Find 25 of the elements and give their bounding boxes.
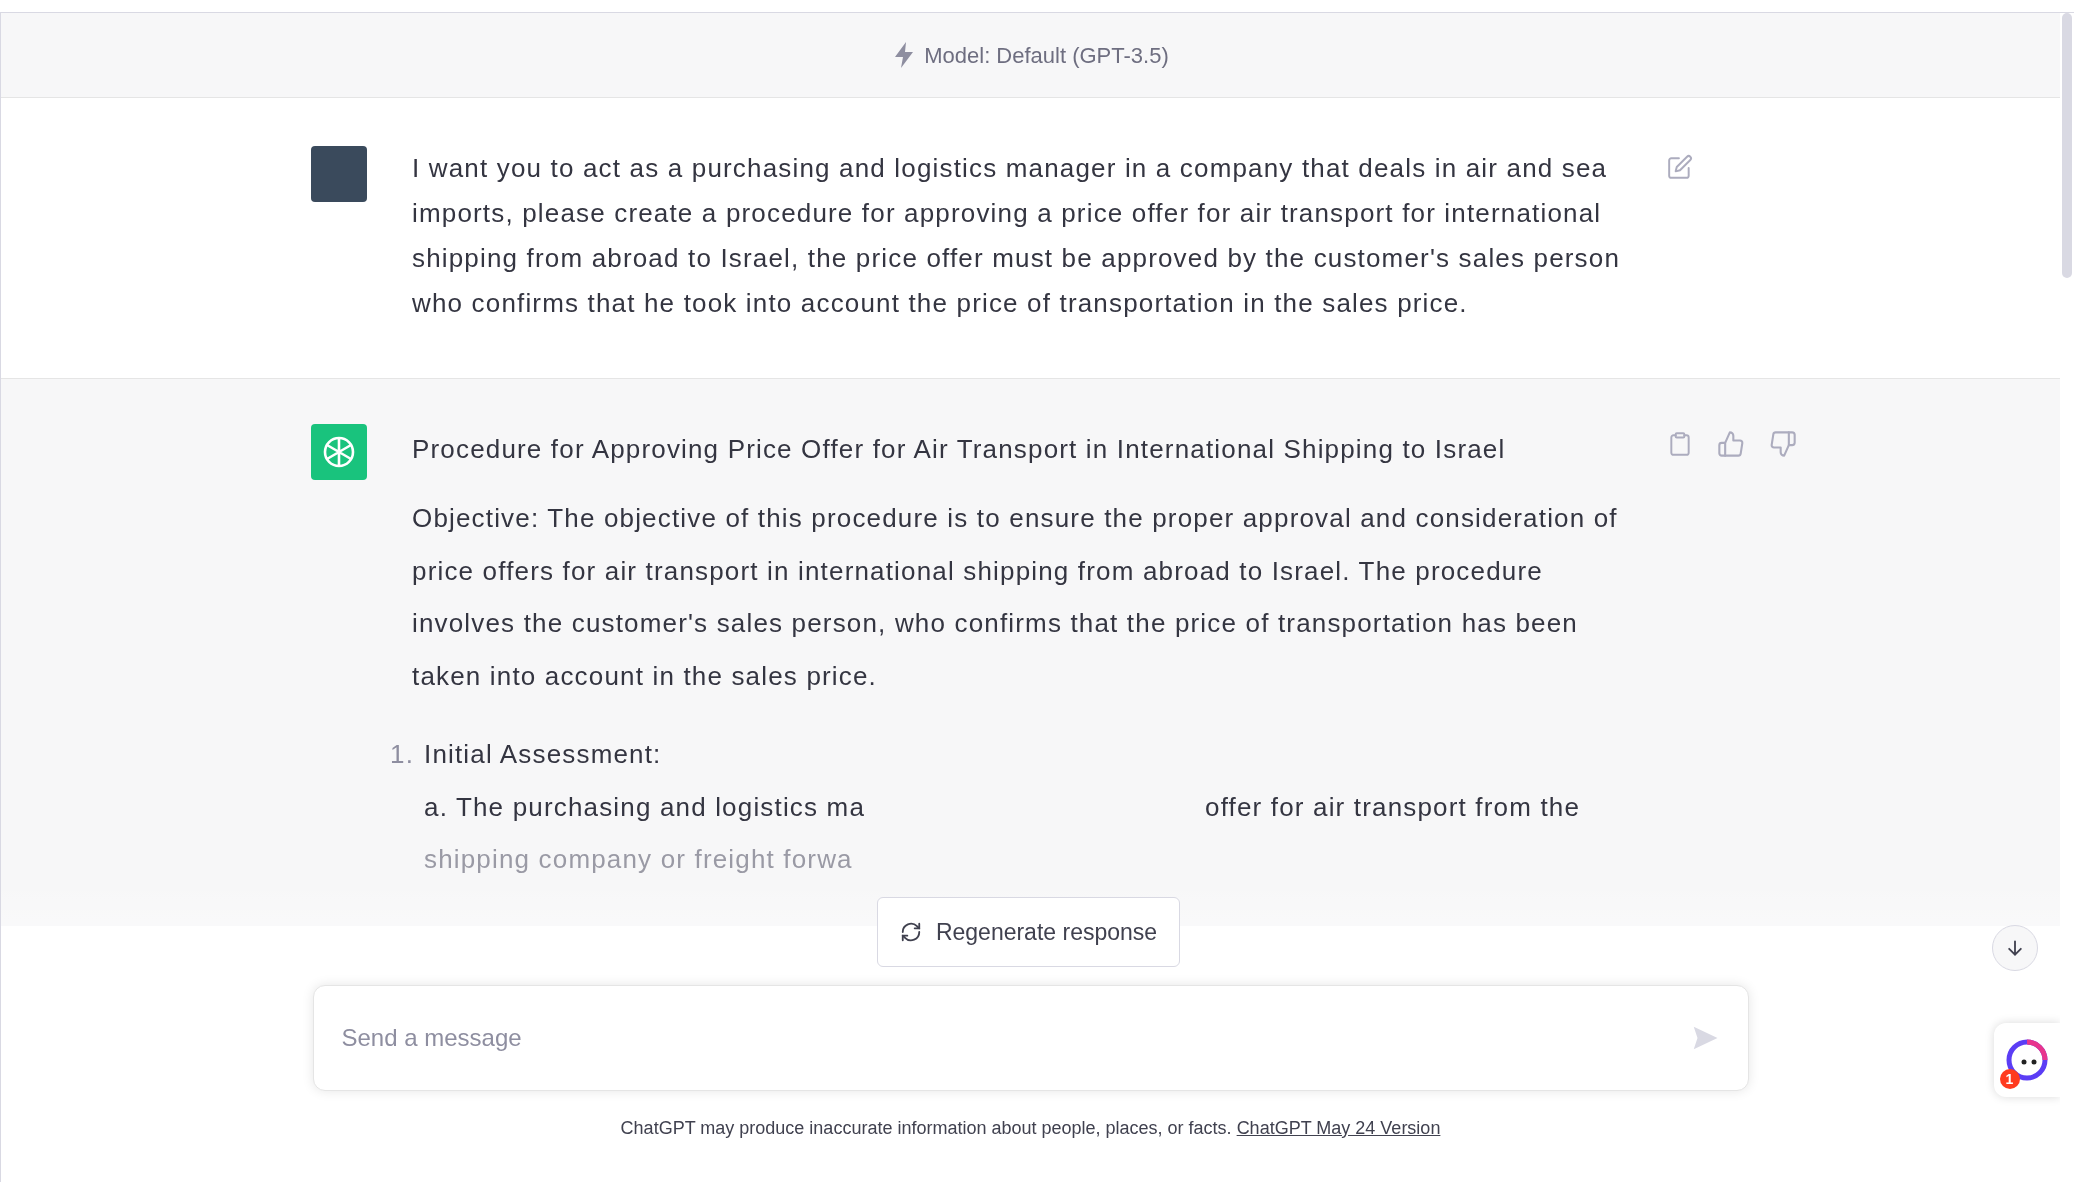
response-paragraph: Objective: The objective of this procedure is to ensure the proper approval and consideration of price offers for air transport in international shipping from abroad to Israel. The procedure involves the customer's sales person, who confirms that the price of transportation has been taken into account in the sales price.	[412, 502, 1619, 693]
list-text: shipping company or freight forwa	[424, 843, 853, 876]
message-input-field[interactable]: Send a message	[341, 1020, 1690, 1056]
user-message-text: I want you to act as a purchasing and logistics manager in a company that deals in air and sea imports, please create a procedure for approving a price offer for air transport for international shipping from abroad to Israel, the price offer must be approved by the customer's sales person who confirms that he took into account the price of transportation in the sales price.	[412, 152, 1622, 320]
disclaimer-note: ChatGPT may produce inaccurate information about people, places, or facts.	[620, 1118, 1232, 1138]
regenerate-button[interactable]: Regenerate response	[876, 897, 1181, 967]
refresh-icon	[899, 921, 922, 943]
list-heading: Initial Assessment:	[424, 738, 662, 771]
assistant-widget[interactable]: 1	[1994, 1023, 2060, 1097]
thumbs-down-icon[interactable]	[1769, 430, 1797, 458]
notification-badge: 1	[2000, 1069, 2020, 1089]
scroll-down-button[interactable]	[1992, 925, 2038, 971]
edit-icon[interactable]	[1667, 154, 1693, 180]
list-number: 1.	[390, 738, 416, 771]
version-link[interactable]: ChatGPT May 24 Version	[1236, 1118, 1441, 1138]
model-label: Model: Default (GPT-3.5)	[924, 41, 1169, 70]
clipboard-icon[interactable]	[1667, 430, 1693, 458]
down-arrow-icon	[2005, 938, 2025, 958]
scrollbar-thumb[interactable]	[2062, 13, 2072, 278]
response-title: Procedure for Approving Price Offer for Air Transport in International Shipping to Israel	[412, 433, 1507, 466]
user-avatar-placeholder	[311, 146, 367, 202]
message-composer[interactable]: Send a message	[312, 985, 1749, 1091]
thumbs-up-icon[interactable]	[1717, 430, 1745, 458]
list-text: a. The purchasing and logistics ma	[424, 790, 865, 824]
list-text: offer for air transport from the	[1205, 790, 1581, 824]
